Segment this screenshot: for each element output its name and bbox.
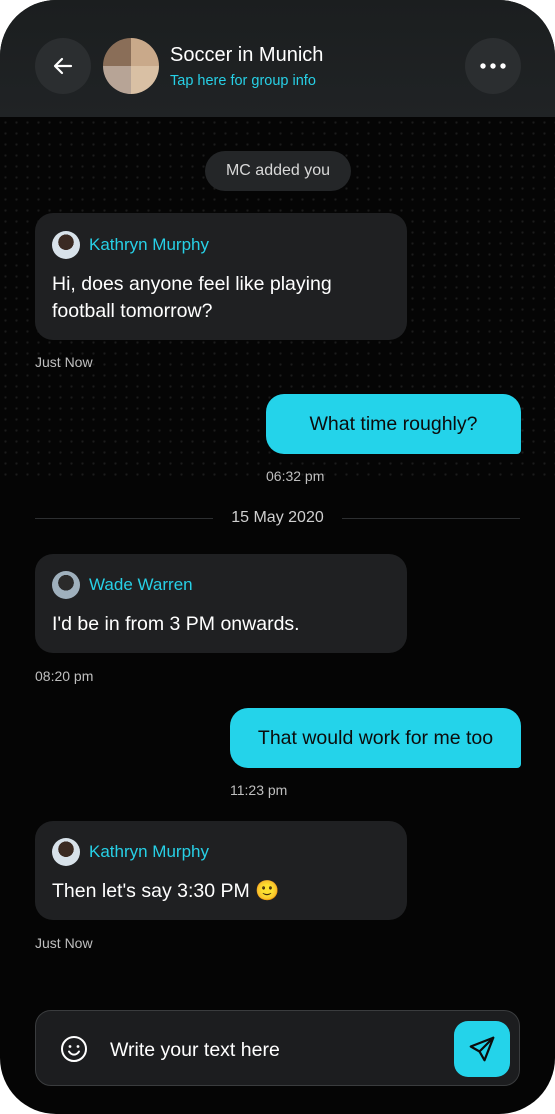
sender-name: Kathryn Murphy [89,842,209,861]
message-text: Hi, does anyone feel like playing footba… [52,273,332,322]
message-text: I'd be in from 3 PM onwards. [52,613,300,635]
divider-left [35,518,213,519]
smile-icon[interactable] [60,1035,88,1063]
send-button[interactable] [454,1021,510,1077]
send-icon [469,1036,495,1062]
chat-screen: Soccer in Munich Tap here for group info… [0,0,555,1114]
message-time: 06:32 pm [266,468,325,484]
message-text: What time roughly? [309,412,478,435]
message-text: That would work for me too [257,726,494,749]
message-sender: Kathryn Murphy [52,231,209,259]
system-message: MC added you [205,151,351,191]
chat-header: Soccer in Munich Tap here for group info [0,0,555,117]
message-time: 11:23 pm [230,782,288,798]
message-text: Then let's say 3:30 PM 🙂 [52,880,280,902]
sender-name: Kathryn Murphy [89,235,209,254]
incoming-message[interactable]: Kathryn Murphy Hi, does anyone feel like… [35,213,407,340]
message-sender: Kathryn Murphy [52,838,209,866]
message-time: Just Now [35,935,93,951]
group-title[interactable]: Soccer in Munich [170,44,323,67]
incoming-message[interactable]: Wade Warren I'd be in from 3 PM onwards. [35,554,407,653]
sender-name: Wade Warren [89,575,193,594]
outgoing-message[interactable]: What time roughly? [266,394,521,454]
message-time: Just Now [35,354,93,370]
back-button[interactable] [35,38,91,94]
avatar [52,231,80,259]
message-time: 08:20 pm [35,668,94,684]
message-input[interactable] [108,1029,472,1071]
more-horizontal-icon [480,63,506,69]
incoming-message[interactable]: Kathryn Murphy Then let's say 3:30 PM 🙂 [35,821,407,920]
outgoing-message[interactable]: That would work for me too [230,708,521,768]
date-separator: 15 May 2020 [231,509,324,526]
message-sender: Wade Warren [52,571,193,599]
avatar [52,571,80,599]
message-composer [35,1010,520,1086]
arrow-left-icon [53,57,73,75]
group-info-link[interactable]: Tap here for group info [170,73,316,89]
avatar [52,838,80,866]
divider-right [342,518,520,519]
more-button[interactable] [465,38,521,94]
group-avatar[interactable] [103,38,159,94]
